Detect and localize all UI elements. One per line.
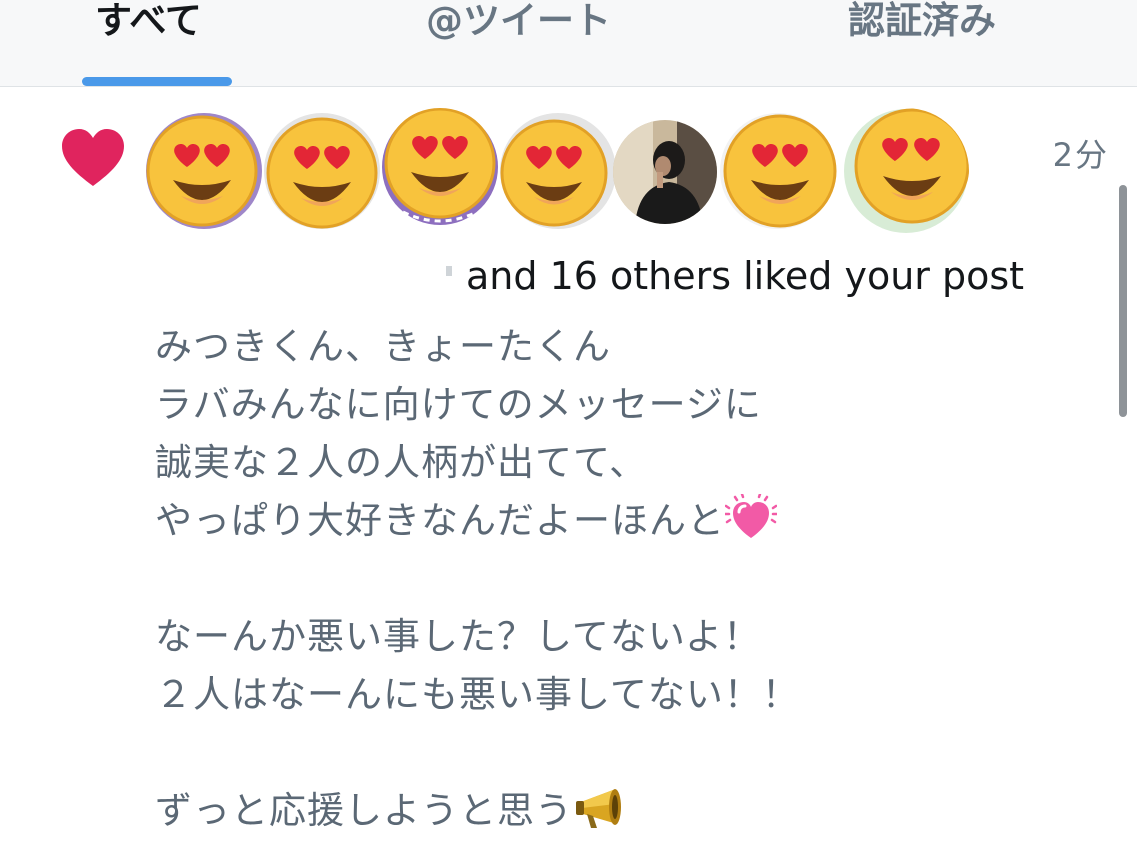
heart-eyes-emoji-icon	[720, 113, 837, 229]
avatar[interactable]	[499, 112, 617, 230]
post-line: 誠実な２人の人柄が出てて、	[155, 441, 648, 484]
notifications-screen: すべて @ツイート 認証済み 2分 and 16 others liked yo…	[0, 0, 1137, 859]
post-line: みつきくん、きょーたくん	[155, 325, 611, 368]
summary-text: and 16 others liked your post	[466, 254, 1025, 298]
avatar[interactable]	[145, 112, 263, 230]
notification-summary: and 16 others liked your post	[446, 254, 1086, 298]
post-line: ラバみんなに向けてのメッセージに	[155, 383, 762, 426]
scrollbar[interactable]	[1119, 185, 1127, 417]
active-tab-indicator	[82, 77, 232, 86]
post-line-with-emoji: ずっと応援しようと思う	[155, 782, 1085, 840]
person-photo-icon	[613, 120, 717, 224]
heart-icon	[60, 128, 126, 188]
heart-eyes-emoji-icon	[382, 108, 498, 225]
avatar[interactable]	[719, 112, 837, 230]
avatar[interactable]	[263, 112, 381, 230]
post-line-text: ずっと応援しようと思う	[155, 789, 573, 832]
post-line-text: やっぱり大好きなんだよーほんと	[155, 499, 725, 542]
tab-mentions[interactable]: @ツイート	[426, 0, 611, 44]
heart-eyes-emoji-icon	[844, 108, 969, 233]
post-line-with-emoji: やっぱり大好きなんだよーほんと	[155, 492, 1085, 550]
heart-eyes-emoji-icon	[146, 113, 262, 229]
tab-verified[interactable]: 認証済み	[848, 0, 996, 44]
notification-timestamp: 2分	[1052, 136, 1109, 174]
post-line: ２人はなーんにも悪い事してない！！	[155, 673, 800, 716]
avatar[interactable]	[381, 108, 499, 226]
post-line-blank	[155, 550, 1085, 608]
avatar[interactable]	[843, 108, 969, 234]
liked-post-text[interactable]: みつきくん、きょーたくん ラバみんなに向けてのメッセージに 誠実な２人の人柄が出…	[155, 318, 1085, 840]
truncated-name-fragment	[446, 265, 452, 276]
notification-tabs: すべて @ツイート 認証済み	[0, 0, 1137, 87]
post-line: なーんか悪い事した？してないよ！	[155, 615, 762, 658]
heart-eyes-emoji-icon	[500, 113, 616, 229]
heart-eyes-emoji-icon	[264, 113, 380, 229]
tab-all[interactable]: すべて	[95, 0, 202, 44]
post-line-blank	[155, 724, 1085, 782]
megaphone-emoji-icon	[573, 784, 633, 834]
avatar[interactable]	[613, 120, 717, 224]
growing-heart-emoji-icon	[723, 492, 779, 544]
